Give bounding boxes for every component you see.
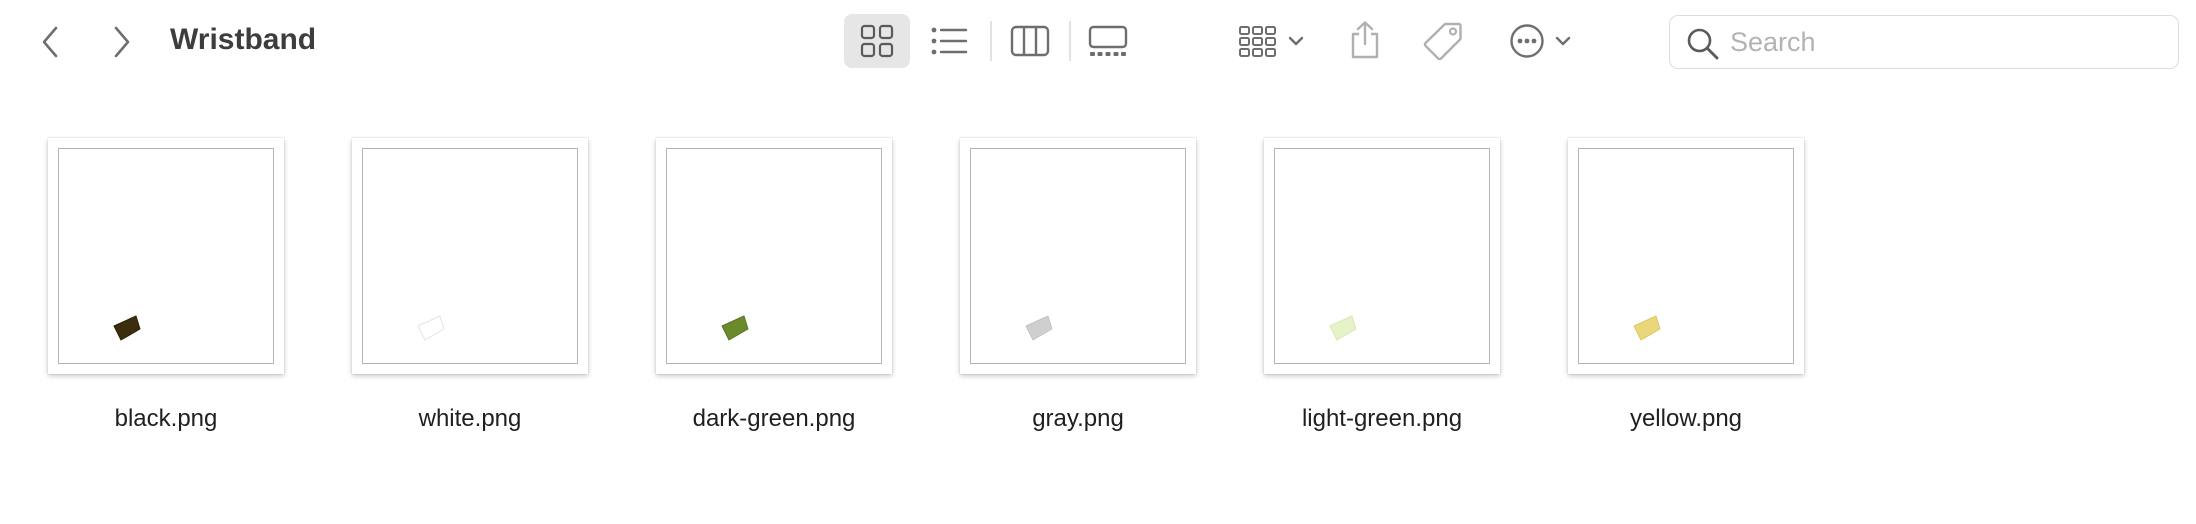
chevron-down-icon: [1288, 35, 1304, 47]
list-view-button[interactable]: [918, 14, 980, 68]
chevron-right-icon: [111, 25, 133, 59]
file-thumbnail[interactable]: [1264, 138, 1500, 374]
wristband-swatch: [1025, 315, 1053, 341]
file-item[interactable]: white.png: [304, 130, 604, 450]
wristband-swatch: [417, 315, 445, 341]
toolbar-divider: [1069, 21, 1071, 61]
file-item[interactable]: light-green.png: [1216, 130, 1516, 450]
group-by-icon: [1238, 25, 1278, 57]
icon-view-grid-icon: [860, 24, 894, 58]
share-icon: [1348, 20, 1382, 60]
thumbnail-image: [362, 148, 578, 364]
file-name-label: white.png: [418, 405, 522, 432]
finder-toolbar: Wristband: [0, 0, 2196, 84]
thumbnail-image: [1274, 148, 1490, 364]
thumbnail-image: [58, 148, 274, 364]
forward-button[interactable]: [100, 20, 144, 64]
more-actions-button[interactable]: [1502, 14, 1578, 68]
file-thumbnail[interactable]: [1568, 138, 1804, 374]
gallery-view-button[interactable]: [1078, 14, 1138, 68]
back-button[interactable]: [28, 20, 72, 64]
list-view-icon: [930, 26, 968, 56]
file-name-label: dark-green.png: [692, 405, 856, 432]
chevron-down-icon: [1555, 35, 1571, 47]
wristband-swatch: [721, 315, 749, 341]
file-item[interactable]: yellow.png: [1520, 130, 1820, 450]
thumbnail-image: [666, 148, 882, 364]
thumbnail-image: [1578, 148, 1794, 364]
search-field[interactable]: [1669, 15, 2179, 69]
tags-button[interactable]: [1418, 16, 1468, 66]
icon-view-button[interactable]: [844, 14, 910, 68]
gallery-view-icon: [1088, 25, 1128, 57]
wristband-swatch: [113, 315, 141, 341]
file-thumbnail[interactable]: [48, 138, 284, 374]
file-thumbnail[interactable]: [960, 138, 1196, 374]
wristband-swatch: [1329, 315, 1357, 341]
column-view-button[interactable]: [1000, 14, 1060, 68]
group-by-button[interactable]: [1232, 14, 1310, 68]
file-thumbnail[interactable]: [352, 138, 588, 374]
file-thumbnail[interactable]: [656, 138, 892, 374]
window-title: Wristband: [170, 23, 317, 56]
tag-icon: [1423, 21, 1463, 61]
search-icon: [1686, 27, 1720, 66]
thumbnail-image: [970, 148, 1186, 364]
file-item[interactable]: dark-green.png: [608, 130, 908, 450]
file-name-label: gray.png: [1032, 405, 1124, 432]
file-item[interactable]: gray.png: [912, 130, 1212, 450]
file-name-label: black.png: [114, 405, 218, 432]
file-name-label: light-green.png: [1301, 405, 1463, 432]
more-actions-icon: [1509, 23, 1545, 59]
search-input[interactable]: [1730, 24, 2160, 60]
wristband-swatch: [1633, 315, 1661, 341]
file-item[interactable]: black.png: [0, 130, 300, 450]
share-button[interactable]: [1340, 12, 1390, 68]
toolbar-divider: [990, 21, 992, 61]
chevron-left-icon: [39, 25, 61, 59]
column-view-icon: [1010, 25, 1050, 57]
file-name-label: yellow.png: [1629, 405, 1743, 432]
